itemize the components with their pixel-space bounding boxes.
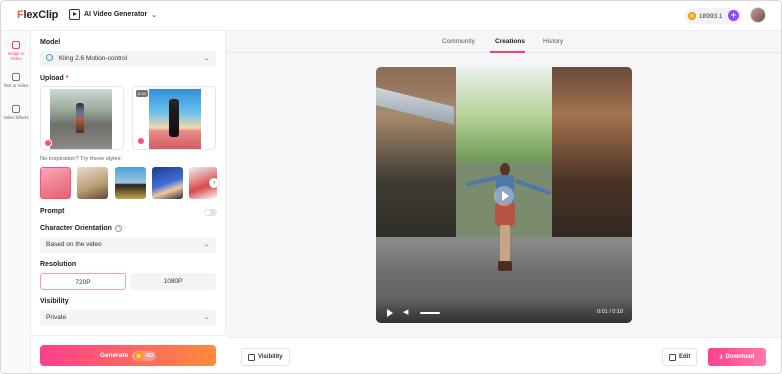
image-video-icon [12, 41, 20, 49]
video-controls: ◀ 0:01 / 0:10 [376, 299, 632, 323]
uploaded-image-thumbnail [50, 89, 112, 149]
orientation-label: Character Orientation? [40, 225, 122, 232]
coin-icon [688, 12, 696, 20]
thumbnail-figure [169, 99, 179, 137]
model-value: Kling 2.6 Motion-control [58, 55, 128, 62]
edit-button-label: Edit [679, 354, 691, 360]
chevron-down-icon: ⌄ [203, 315, 209, 321]
orientation-label-text: Character Orientation [40, 225, 112, 232]
upload-label-text: Upload [40, 75, 64, 82]
uploaded-video-thumbnail [149, 89, 201, 149]
chevron-down-icon: ⌄ [151, 11, 158, 19]
orientation-select[interactable]: Based on the video ⌄ [40, 237, 216, 253]
style-thumbnail[interactable] [152, 167, 183, 199]
resolution-label: Resolution [40, 261, 77, 268]
style-thumbnail[interactable] [77, 167, 108, 199]
person-boots [498, 261, 512, 271]
prompt-label: Prompt [40, 208, 65, 215]
person-skirt [495, 203, 515, 227]
top-header: FlexClip AI Video Generator ⌄ 18993.1 + [1, 1, 781, 31]
settings-panel: Model Kling 2.6 Motion-control ⌄ Upload … [31, 31, 226, 373]
action-bar: Visibility Edit ⤓ Download [226, 337, 781, 373]
play-icon[interactable] [494, 186, 514, 206]
credit-cost-badge: -60 [132, 350, 157, 361]
generate-button[interactable]: Generate -60 [40, 345, 216, 366]
kling-model-icon [46, 54, 53, 61]
prompt-toggle[interactable] [204, 209, 217, 216]
volume-icon[interactable]: ◀ [403, 309, 410, 316]
visibility-button-label: Visibility [258, 354, 283, 360]
logo-text: lexClip [23, 9, 59, 21]
nav-item-label: Image to Video [7, 51, 25, 61]
visibility-icon [248, 353, 255, 361]
upload-video-slot[interactable]: 0:10 [132, 86, 216, 150]
video-frame-buildings-right [552, 67, 632, 257]
style-hint: No inspiration? Try these styles: [40, 156, 123, 162]
left-nav: Image to Video Text to Video Video Effec… [1, 31, 31, 373]
avatar[interactable] [750, 7, 766, 23]
credit-cost: -60 [145, 352, 154, 359]
ai-video-icon [69, 9, 80, 20]
download-icon: ⤓ [719, 353, 723, 360]
active-tab-indicator [490, 51, 525, 53]
person-legs [500, 225, 510, 265]
nav-item-video-effects[interactable]: Video Effects [3, 105, 29, 120]
add-credits-button[interactable]: + [728, 10, 739, 21]
video-player[interactable]: ◀ 0:01 / 0:10 [376, 67, 632, 323]
tab-history[interactable]: History [543, 38, 563, 45]
panel-footer: Generate -60 [31, 335, 226, 373]
video-frame-arm [514, 178, 552, 196]
nav-item-label: Text to Video [3, 83, 29, 88]
upload-image-slot[interactable] [40, 86, 124, 150]
visibility-label: Visibility [40, 298, 69, 305]
visibility-button[interactable]: Visibility [241, 348, 290, 366]
resolution-1080p-button[interactable]: 1080P [130, 273, 216, 290]
chevron-right-icon[interactable]: › [209, 178, 219, 188]
tab-creations[interactable]: Creations [495, 38, 525, 45]
app-name: AI Video Generator [84, 11, 148, 18]
download-button[interactable]: ⤓ Download [708, 348, 766, 366]
coin-icon [135, 351, 144, 360]
model-select[interactable]: Kling 2.6 Motion-control ⌄ [40, 51, 216, 67]
nav-item-label: Video Effects [3, 115, 29, 120]
visibility-value: Private [46, 314, 67, 321]
thumbnail-figure [76, 103, 84, 133]
chevron-down-icon: ⌄ [203, 242, 209, 248]
tab-community[interactable]: Community [442, 38, 475, 45]
nav-item-text-to-video[interactable]: Text to Video [3, 73, 29, 88]
app-switcher[interactable]: AI Video Generator ⌄ [69, 9, 157, 20]
video-icon [137, 137, 145, 145]
download-button-label: Download [725, 354, 755, 360]
generate-label: Generate [99, 352, 129, 359]
required-marker: * [65, 75, 69, 82]
video-frame-sky [446, 67, 556, 162]
chevron-down-icon: ⌄ [203, 56, 209, 62]
video-frame-person [492, 163, 518, 303]
text-video-icon [12, 73, 20, 81]
model-label: Model [40, 39, 61, 46]
video-time: 0:01 / 0:10 [597, 309, 623, 315]
edit-button[interactable]: Edit [662, 348, 698, 366]
nav-item-image-to-video[interactable]: Image to Video [3, 41, 29, 61]
edit-icon [669, 353, 676, 361]
flexclip-logo[interactable]: FlexClip [17, 9, 58, 21]
tab-bar: Community Creations History [226, 31, 781, 53]
style-thumbnail[interactable] [40, 167, 71, 199]
video-effects-icon [12, 105, 20, 113]
app-window: FlexClip AI Video Generator ⌄ 18993.1 + … [0, 0, 782, 374]
visibility-select[interactable]: Private ⌄ [40, 310, 216, 326]
play-button[interactable] [387, 309, 393, 317]
orientation-value: Based on the video [46, 241, 102, 248]
volume-slider[interactable] [420, 312, 440, 314]
person-icon [44, 139, 52, 147]
video-duration-badge: 0:10 [136, 90, 148, 97]
main-area: Community Creations History ◀ 0:01 / 0:1… [226, 31, 781, 373]
resolution-720p-button[interactable]: 720P [40, 273, 126, 290]
upload-label: Upload * [40, 75, 68, 82]
style-thumbnail[interactable] [115, 167, 146, 199]
help-icon[interactable]: ? [114, 225, 122, 232]
credits-count: 18993.1 [699, 12, 723, 20]
